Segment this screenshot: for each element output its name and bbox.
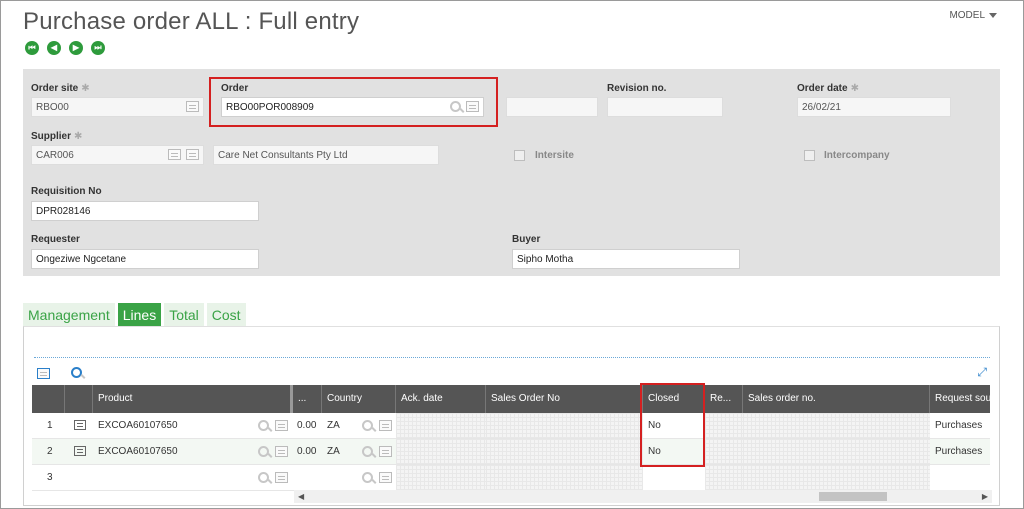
intersite-checkbox[interactable]	[514, 150, 525, 161]
expand-icon[interactable]: ⤢	[977, 365, 987, 380]
row-number: 1	[47, 420, 53, 431]
column-header-sales-order-no-2[interactable]: Sales order no.	[743, 385, 930, 413]
sales-order-cell	[486, 413, 643, 438]
column-header-request-source[interactable]: Request sou	[930, 385, 990, 413]
intercompany-checkbox[interactable]	[804, 150, 815, 161]
row-number: 2	[47, 446, 53, 457]
header-panel: Order site ✱ RBO00 Order RBO00POR008909 R…	[23, 69, 1000, 276]
detail-icon[interactable]	[186, 101, 199, 112]
order-highlight-box	[209, 77, 498, 127]
detail-icon[interactable]	[275, 446, 288, 457]
supplier-label: Supplier ✱	[31, 131, 83, 142]
requester-label: Requester	[31, 234, 80, 245]
lines-panel: ⤢ Product ... Country Ack. date Sales Or…	[23, 326, 1000, 506]
search-icon[interactable]	[362, 420, 373, 431]
model-label: MODEL	[949, 10, 985, 21]
detail-icon[interactable]	[275, 472, 288, 483]
column-header-re[interactable]: Re...	[705, 385, 743, 413]
column-header-ellipsis[interactable]: ...	[293, 385, 322, 413]
row-number: 3	[47, 472, 53, 483]
tab-lines[interactable]: Lines	[117, 303, 162, 326]
re-cell	[705, 465, 743, 490]
search-icon[interactable]	[362, 472, 373, 483]
revision-no-field[interactable]	[607, 97, 723, 117]
table-row[interactable]: 1 EXCOA60107650 0.00 ZA No Purchases	[32, 413, 990, 439]
chevron-down-icon	[989, 12, 997, 18]
buyer-label: Buyer	[512, 234, 541, 245]
ack-date-cell	[396, 439, 486, 464]
search-icon[interactable]	[258, 472, 269, 483]
qty-cell[interactable]: 0.00	[293, 439, 322, 464]
detail-icon[interactable]	[379, 446, 392, 457]
tab-management[interactable]: Management	[23, 303, 115, 326]
detail-icon[interactable]	[379, 420, 392, 431]
order-site-label: Order site ✱	[31, 83, 90, 94]
request-source-cell[interactable]: Purchases	[930, 413, 990, 438]
divider	[34, 357, 990, 358]
requester-field[interactable]: Ongeziwe Ngcetane	[31, 249, 259, 269]
detail-icon[interactable]	[186, 149, 199, 160]
record-navigation: ⏮ ◀ ▶ ⏭	[25, 41, 105, 55]
tab-total[interactable]: Total	[164, 303, 204, 326]
row-detail-icon[interactable]	[74, 446, 86, 456]
grid-header: Product ... Country Ack. date Sales Orde…	[32, 385, 990, 413]
intercompany-label: Intercompany	[824, 150, 890, 161]
row-icon-header	[65, 385, 93, 413]
last-record-icon[interactable]: ⏭	[91, 41, 105, 55]
scroll-left-icon[interactable]: ◀	[298, 492, 304, 501]
sales-order-no-cell	[743, 439, 930, 464]
horizontal-scrollbar[interactable]: ◀ ▶	[294, 490, 992, 503]
first-record-icon[interactable]: ⏮	[25, 41, 39, 55]
detail-icon[interactable]	[275, 420, 288, 431]
next-record-icon[interactable]: ▶	[69, 41, 83, 55]
sales-order-cell	[486, 465, 643, 490]
sales-order-cell	[486, 439, 643, 464]
ack-date-cell	[396, 413, 486, 438]
requisition-no-field[interactable]: DPR028146	[31, 201, 259, 221]
scrollbar-thumb[interactable]	[819, 492, 887, 501]
table-row[interactable]: 2 EXCOA60107650 0.00 ZA No Purchases	[32, 439, 990, 465]
sales-order-no-cell	[743, 413, 930, 438]
re-cell	[705, 413, 743, 438]
scroll-right-icon[interactable]: ▶	[982, 492, 988, 501]
search-icon[interactable]	[258, 446, 269, 457]
closed-highlight-box	[640, 383, 705, 467]
link-icon[interactable]	[168, 149, 181, 160]
row-number-header	[32, 385, 65, 413]
supplier-name-field: Care Net Consultants Pty Ltd	[213, 145, 439, 165]
requisition-no-label: Requisition No	[31, 186, 102, 197]
previous-record-icon[interactable]: ◀	[47, 41, 61, 55]
intersite-label: Intersite	[535, 150, 574, 161]
detail-icon[interactable]	[379, 472, 392, 483]
buyer-field[interactable]: Sipho Motha	[512, 249, 740, 269]
order-date-label: Order date ✱	[797, 83, 859, 94]
order-extra-field[interactable]	[506, 97, 598, 117]
tab-cost[interactable]: Cost	[206, 303, 246, 326]
ack-date-cell	[396, 465, 486, 490]
column-header-product[interactable]: Product	[93, 385, 293, 413]
tab-bar: Management Lines Total Cost	[23, 303, 246, 326]
revision-no-label: Revision no.	[607, 83, 667, 94]
window-frame: Purchase order ALL : Full entry MODEL ⏮ …	[0, 0, 1024, 509]
column-header-country[interactable]: Country	[322, 385, 396, 413]
page-title: Purchase order ALL : Full entry	[23, 8, 360, 35]
grid-detail-icon[interactable]	[37, 368, 50, 379]
order-site-field[interactable]: RBO00	[31, 97, 204, 117]
grid-search-icon[interactable]	[71, 367, 82, 378]
order-date-field[interactable]: 26/02/21	[797, 97, 951, 117]
search-icon[interactable]	[258, 420, 269, 431]
row-detail-icon[interactable]	[74, 420, 86, 430]
table-row[interactable]: 3	[32, 465, 990, 491]
sales-order-no-cell	[743, 465, 930, 490]
column-header-sales-order-no[interactable]: Sales Order No	[486, 385, 643, 413]
column-header-ack-date[interactable]: Ack. date	[396, 385, 486, 413]
supplier-field[interactable]: CAR006	[31, 145, 204, 165]
re-cell	[705, 439, 743, 464]
qty-cell[interactable]: 0.00	[293, 413, 322, 438]
model-dropdown[interactable]: MODEL	[949, 10, 997, 21]
request-source-cell[interactable]: Purchases	[930, 439, 990, 464]
search-icon[interactable]	[362, 446, 373, 457]
